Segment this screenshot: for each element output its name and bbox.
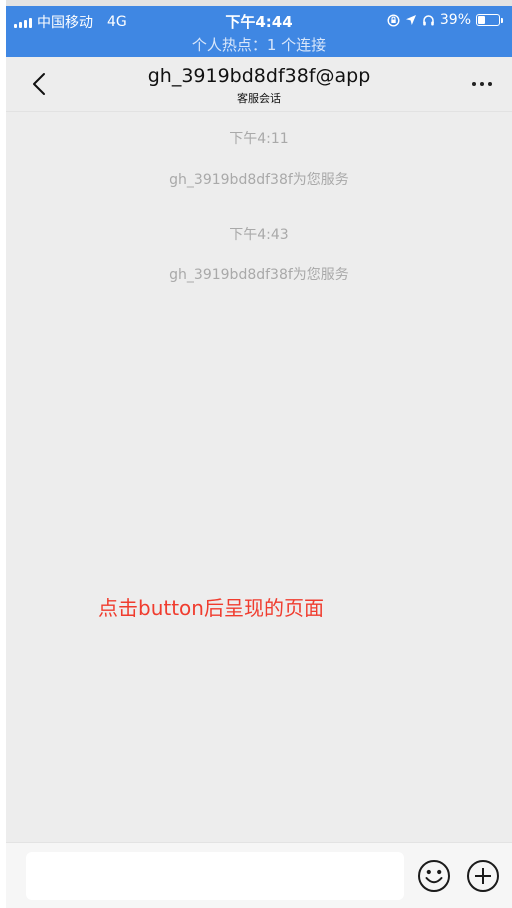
phone-screen: 中国移动 4G 下午4:44 39% 个人热点：1 个连接 gh_3919bd8… xyxy=(6,0,512,908)
battery-icon xyxy=(476,14,503,26)
status-bar: 中国移动 4G 下午4:44 39% 个人热点：1 个连接 xyxy=(6,6,512,57)
location-icon xyxy=(405,15,416,25)
status-right: 39% xyxy=(387,12,503,28)
annotation-text: 点击button后呈现的页面 xyxy=(98,596,324,620)
message-timestamp: 下午4:11 xyxy=(229,131,289,147)
plus-circle-icon xyxy=(467,860,499,892)
more-dots-icon xyxy=(472,82,476,86)
hotspot-banner[interactable]: 个人热点：1 个连接 xyxy=(6,34,512,55)
plus-button[interactable] xyxy=(466,859,500,893)
message-timestamp: 下午4:43 xyxy=(229,227,289,243)
page-title: gh_3919bd8df38f@app xyxy=(147,65,371,87)
emoji-icon xyxy=(418,860,450,892)
page-subtitle: 客服会话 xyxy=(237,92,281,105)
navigation-bar: gh_3919bd8df38f@app 客服会话 xyxy=(6,57,512,112)
more-button[interactable] xyxy=(466,71,498,97)
input-bar xyxy=(6,842,512,908)
message-input[interactable] xyxy=(26,852,404,900)
system-message: gh_3919bd8df38f为您服务 xyxy=(169,172,349,188)
orientation-lock-icon xyxy=(387,13,400,27)
emoji-button[interactable] xyxy=(417,859,451,893)
headphones-icon xyxy=(423,14,434,25)
system-message: gh_3919bd8df38f为您服务 xyxy=(169,267,349,283)
battery-percent: 39% xyxy=(439,12,471,28)
